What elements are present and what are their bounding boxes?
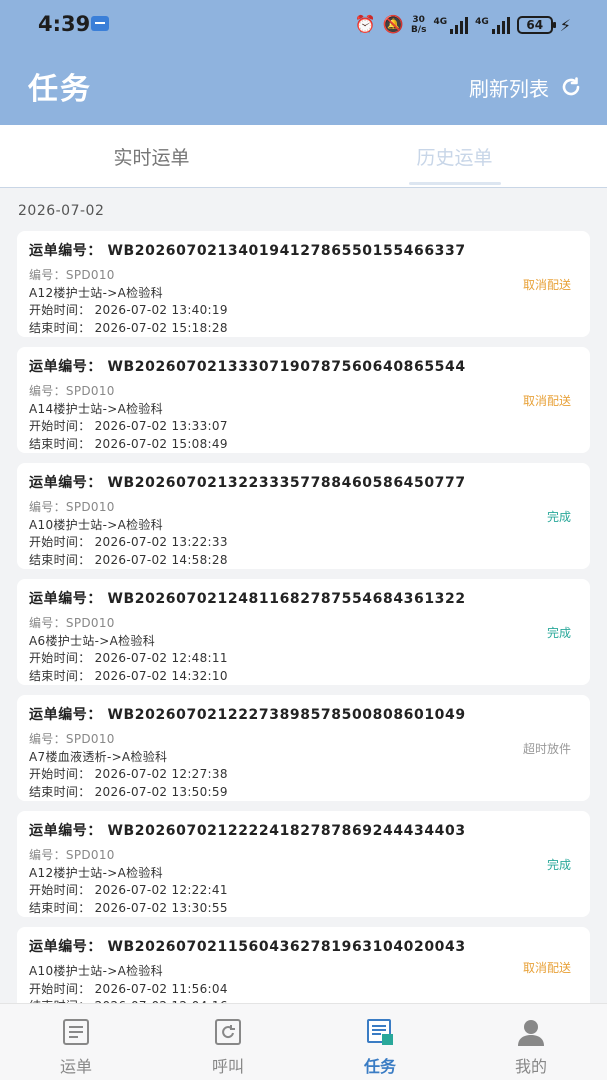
end-time: 结束时间： 2026-07-02 14:58:28 xyxy=(29,552,228,567)
order-number: 运单编号： WB20260702133307190787560640865544 xyxy=(29,359,466,375)
nav-call[interactable]: 呼叫 xyxy=(152,1004,304,1080)
status-badge: 取消配送 xyxy=(522,394,571,408)
order-number: 运单编号： WB20260702122273898578500808601049 xyxy=(29,707,466,723)
device-code: 编号：SPD010 xyxy=(29,268,115,282)
bottom-nav: 运单 呼叫 任务 我的 xyxy=(0,1003,607,1080)
net-type-1: 4G xyxy=(433,16,448,27)
alarm-icon: ⏰ xyxy=(354,15,376,35)
page-title: 任务 xyxy=(28,72,92,107)
start-time: 开始时间： 2026-07-02 13:33:07 xyxy=(29,419,228,433)
device-code: 编号：SPD010 xyxy=(29,384,115,398)
route-text: A10楼护士站->A检验科 xyxy=(29,964,163,978)
nav-waybill[interactable]: 运单 xyxy=(0,1004,152,1080)
status-bar: 4:39 ⏰ 🔕 30 B/s 4G 4G 64 ⚡ xyxy=(0,0,607,50)
tab-active-indicator xyxy=(409,182,501,185)
route-text: A14楼护士站->A检验科 xyxy=(29,401,163,416)
waybill-icon xyxy=(63,1019,89,1045)
order-card[interactable]: 运单编号： WB20260702134019412786550155466337… xyxy=(17,231,590,337)
end-time: 结束时间： 2026-07-02 15:08:49 xyxy=(29,436,228,451)
order-number: 运单编号： WB20260702124811682787554684361322 xyxy=(29,591,466,607)
signal-icon-1: 4G xyxy=(433,16,469,34)
start-time: 开始时间： 2026-07-02 12:22:41 xyxy=(29,883,228,897)
order-number: 运单编号： WB20260702134019412786550155466337 xyxy=(29,243,466,259)
nav-task[interactable]: 任务 xyxy=(304,1004,456,1080)
profile-icon xyxy=(518,1020,544,1046)
nav-label: 呼叫 xyxy=(211,1057,244,1076)
tab-realtime-orders[interactable]: 实时运单 xyxy=(0,125,303,188)
net-speed: 30 B/s xyxy=(411,15,427,35)
end-time: 结束时间： 2026-07-02 14:32:10 xyxy=(29,668,228,683)
route-text: A12楼护士站->A检验科 xyxy=(29,865,163,880)
net-type-2: 4G xyxy=(475,16,489,27)
order-card[interactable]: 运单编号： WB20260702122273898578500808601049… xyxy=(17,695,590,801)
device-code: 编号：SPD010 xyxy=(29,732,115,746)
status-time: 4:39 xyxy=(38,12,91,36)
call-icon xyxy=(215,1019,241,1045)
order-card[interactable]: 运单编号： WB20260702132233357788460586450777… xyxy=(17,463,590,569)
status-badge: 完成 xyxy=(546,626,571,640)
end-time: 结束时间： 2026-07-02 13:50:59 xyxy=(29,784,228,799)
order-card[interactable]: 运单编号： WB20260702122224182787869244434403… xyxy=(17,811,590,917)
battery-icon: 64 xyxy=(516,16,556,34)
start-time: 开始时间： 2026-07-02 13:40:19 xyxy=(29,303,228,317)
date-group-label: 2026-07-02 xyxy=(18,203,105,219)
device-code: 编号：SPD010 xyxy=(29,848,115,862)
route-text: A6楼护士站->A检验科 xyxy=(29,633,156,648)
end-time: 结束时间： 2026-07-02 13:30:55 xyxy=(29,900,228,915)
refresh-label: 刷新列表 xyxy=(469,76,549,101)
order-number: 运单编号： WB20260702115604362781963104020043 xyxy=(29,939,466,955)
route-text: A10楼护士站->A检验科 xyxy=(29,517,163,532)
net-speed-unit: B/s xyxy=(410,25,427,35)
status-badge: 取消配送 xyxy=(522,961,571,975)
order-card[interactable]: 运单编号： WB20260702124811682787554684361322… xyxy=(17,579,590,685)
status-badge: 完成 xyxy=(546,510,571,524)
app-header: 4:39 ⏰ 🔕 30 B/s 4G 4G 64 ⚡ 任务 刷新列表 xyxy=(0,0,607,125)
status-badge: 完成 xyxy=(546,858,571,872)
nav-profile[interactable]: 我的 xyxy=(455,1004,607,1080)
order-card[interactable]: 运单编号： WB20260702133307190787560640865544… xyxy=(17,347,590,453)
route-text: A12楼护士站->A检验科 xyxy=(29,285,163,300)
nav-label: 任务 xyxy=(363,1057,396,1076)
start-time: 开始时间： 2026-07-02 13:22:33 xyxy=(29,535,228,549)
start-time: 开始时间： 2026-07-02 12:48:11 xyxy=(29,651,228,665)
usb-icon xyxy=(91,16,109,31)
refresh-list-button[interactable]: 刷新列表 xyxy=(469,72,583,102)
nav-label: 运单 xyxy=(59,1057,92,1076)
order-number: 运单编号： WB20260702132233357788460586450777 xyxy=(29,475,466,491)
order-number: 运单编号： WB20260702122224182787869244434403 xyxy=(29,823,466,839)
order-card[interactable]: 运单编号： WB20260702115604362781963104020043… xyxy=(17,927,590,1003)
start-time: 开始时间： 2026-07-02 11:56:04 xyxy=(29,981,228,996)
status-badge: 取消配送 xyxy=(522,278,571,292)
mute-icon: 🔕 xyxy=(382,15,404,35)
device-code: 编号：SPD010 xyxy=(29,616,115,630)
task-icon xyxy=(367,1019,393,1045)
device-code: 编号：SPD010 xyxy=(29,500,115,514)
start-time: 开始时间： 2026-07-02 12:27:38 xyxy=(29,767,228,781)
end-time: 结束时间： 2026-07-02 15:18:28 xyxy=(29,320,228,335)
status-icons: ⏰ 🔕 30 B/s 4G 4G 64 ⚡ xyxy=(355,13,571,37)
status-badge: 超时放件 xyxy=(522,742,571,756)
signal-icon-2: 4G xyxy=(475,16,510,34)
route-text: A7楼血液透析->A检验科 xyxy=(29,749,168,764)
order-list[interactable]: 2026-07-02 运单编号： WB202607021340194127865… xyxy=(0,189,607,1003)
tab-history-orders[interactable]: 历史运单 xyxy=(303,125,606,188)
net-speed-value: 30 xyxy=(412,15,425,25)
nav-label: 我的 xyxy=(514,1057,547,1076)
charging-icon: ⚡ xyxy=(559,15,571,35)
tab-bar: 实时运单 历史运单 xyxy=(0,125,607,188)
refresh-icon xyxy=(562,77,580,96)
